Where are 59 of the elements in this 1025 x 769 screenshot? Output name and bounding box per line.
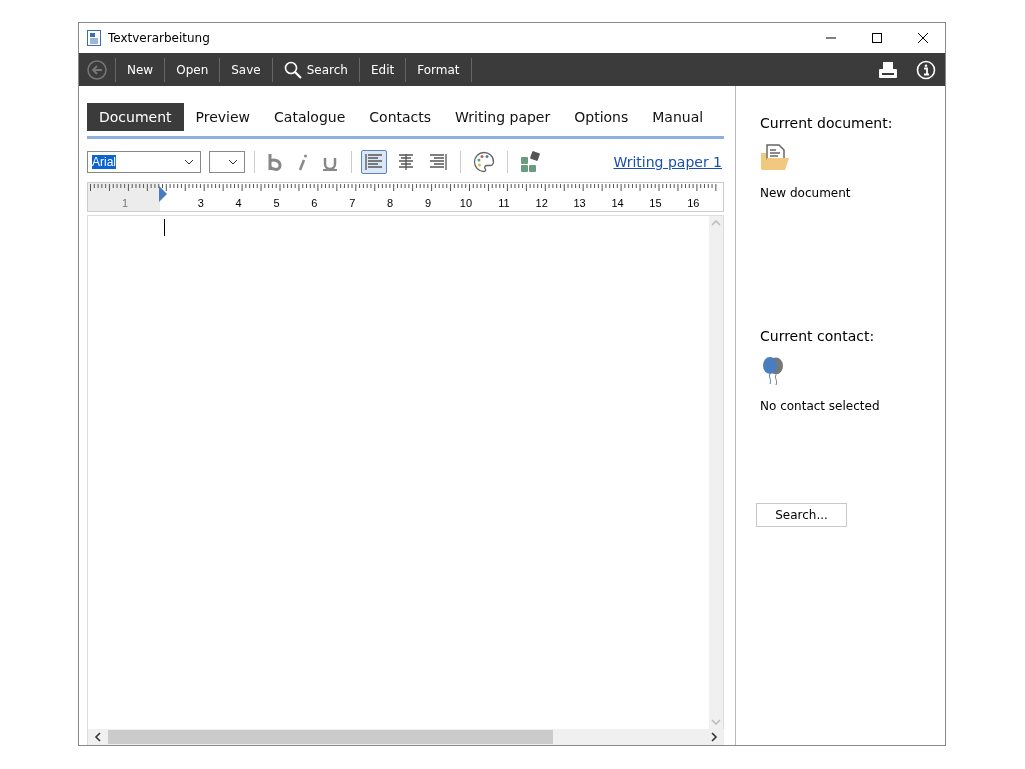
align-left-icon — [365, 153, 383, 171]
printer-icon[interactable] — [878, 60, 898, 79]
text-cursor — [164, 219, 165, 236]
ruler-number: 1 — [120, 197, 129, 209]
tab[interactable]: Preview — [183, 103, 263, 131]
ruler-number: 10 — [458, 197, 474, 209]
toolbar-button[interactable]: Open — [165, 53, 220, 86]
ruler-number: 9 — [424, 197, 433, 209]
ruler-number: 8 — [386, 197, 395, 209]
size-dropdown[interactable] — [209, 151, 245, 173]
toolbar-button[interactable]: Save — [220, 53, 272, 86]
ruler-number: 7 — [348, 197, 357, 209]
ruler-number: 5 — [272, 197, 281, 209]
ruler-number: 11 — [497, 197, 511, 209]
contact-status: No contact selected — [760, 399, 880, 413]
horizontal-scrollbar[interactable] — [87, 729, 724, 745]
search-icon — [283, 60, 302, 79]
window-title: Textverarbeitung — [108, 31, 210, 45]
tab[interactable]: Contacts — [357, 103, 444, 131]
toolbar-button[interactable]: Edit — [359, 53, 406, 86]
tab[interactable]: Writing paper — [443, 103, 563, 131]
search-button[interactable]: Search — [272, 53, 359, 86]
close-icon[interactable] — [917, 32, 929, 44]
chevron-down-icon — [184, 159, 194, 165]
tab[interactable]: Manual — [640, 103, 716, 131]
info-icon[interactable] — [916, 59, 936, 80]
ruler-number: 3 — [196, 197, 205, 209]
document-icon — [87, 30, 101, 46]
align-right-icon — [429, 153, 447, 171]
ruler-number: 4 — [234, 197, 243, 209]
ruler-number: 6 — [310, 197, 319, 209]
section-heading: Current document: — [760, 115, 893, 131]
tab[interactable]: Catalogue — [262, 103, 358, 131]
indent-marker[interactable] — [158, 186, 167, 202]
scroll-left-icon[interactable] — [94, 732, 102, 742]
folder-document-icon — [760, 143, 790, 173]
search-button[interactable]: Search... — [756, 503, 847, 527]
writing-paper-link[interactable]: Writing paper 1 — [613, 154, 722, 170]
tab[interactable]: Document — [87, 103, 184, 131]
toolbar-button[interactable]: Format — [406, 53, 471, 86]
blocks-icon[interactable] — [520, 151, 542, 173]
align-left-button[interactable] — [361, 150, 387, 174]
balloons-icon — [760, 356, 786, 386]
palette-icon[interactable] — [473, 151, 495, 173]
tab[interactable]: Options — [562, 103, 641, 131]
ruler-number: 15 — [648, 197, 663, 209]
ruler-number: 16 — [686, 197, 701, 209]
section-heading: Current contact: — [760, 328, 875, 344]
document-name: New document — [760, 186, 851, 200]
ruler-number: 12 — [534, 197, 549, 209]
toolbar-button[interactable]: New — [116, 53, 165, 86]
scroll-right-icon[interactable] — [710, 732, 718, 742]
bold-icon[interactable] — [267, 153, 283, 171]
align-center-icon — [397, 153, 415, 171]
ruler-number: 14 — [610, 197, 625, 209]
chevron-down-icon — [228, 159, 238, 165]
font-dropdown[interactable]: Arial — [87, 151, 201, 173]
ruler-number: 13 — [572, 197, 587, 209]
maximize-icon[interactable] — [871, 32, 883, 44]
